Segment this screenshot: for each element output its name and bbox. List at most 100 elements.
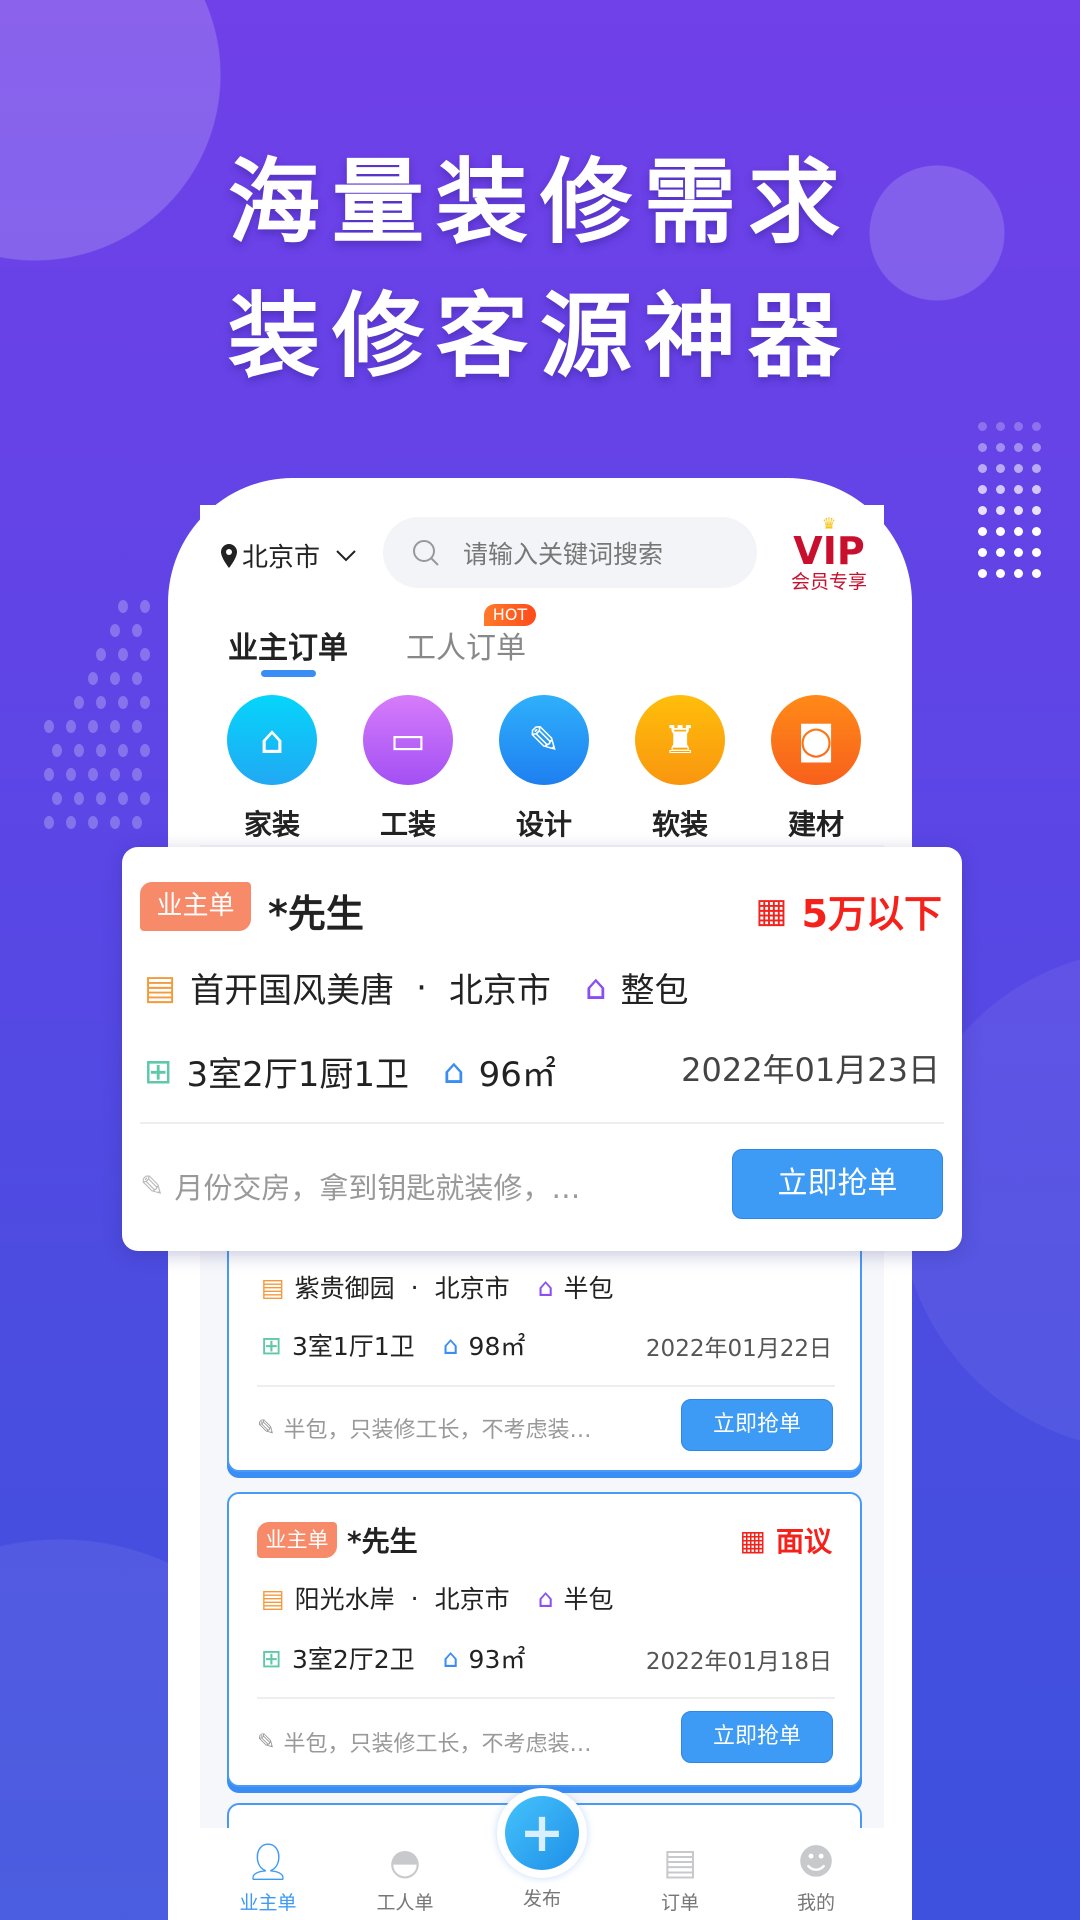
building-icon: ▤	[261, 1583, 285, 1613]
decor-dot	[44, 816, 54, 829]
decor-dot	[1032, 443, 1041, 452]
owner-order-tag: 业主单	[140, 882, 251, 931]
decor-dot	[110, 768, 120, 781]
search-input[interactable]: 请输入关键词搜索	[383, 517, 757, 588]
order-note: ✎ 半包，只装修工长，不考虑装…	[257, 1726, 591, 1758]
vip-subtitle: 会员专享	[790, 571, 867, 593]
budget-value: 面议	[775, 1525, 832, 1558]
decor-dot	[52, 744, 62, 757]
decor-dot	[996, 422, 1005, 431]
area-icon: ⌂	[443, 1051, 465, 1092]
decor-dot	[110, 816, 120, 829]
decor-dot	[110, 624, 120, 637]
nav-label: 业主单	[239, 1892, 297, 1914]
order-city: 北京市	[434, 1274, 510, 1303]
budget: ▦ 5万以下	[755, 883, 942, 938]
search-icon	[413, 539, 439, 566]
decor-dot	[978, 506, 987, 515]
featured-order-card[interactable]: 业主单 *先生 ▦ 5万以下 ▤ 首开国风美唐 · 北京市 ⌂ 整包 ⊞ 3室2…	[122, 847, 962, 1251]
category-soft-decor[interactable]: ♜ 软装	[620, 695, 740, 843]
decor-dot	[978, 443, 987, 452]
decor-dot	[1014, 569, 1023, 578]
decor-dot	[978, 422, 987, 431]
decor-dot	[978, 485, 987, 494]
publish-button[interactable]: +	[497, 1788, 587, 1878]
location-pin-icon	[221, 543, 237, 568]
calculator-icon: ▦	[755, 890, 788, 931]
order-details-row: ⊞ 3室1厅1卫 ⌂ 98㎡	[261, 1327, 525, 1363]
order-details-row: ⊞ 3室2厅2卫 ⌂ 93㎡	[261, 1640, 525, 1676]
headline-line-1: 海量装修需求	[227, 149, 852, 256]
nav-profile[interactable]: ☻ 我的	[756, 1828, 876, 1915]
order-details-row: ⊞ 3室2厅1厨1卫 ⌂ 96㎡	[144, 1047, 556, 1096]
tab-worker-orders[interactable]: 工人订单	[406, 623, 526, 667]
community-name: 首开国风美唐	[190, 971, 395, 1011]
area-icon: ⌂	[442, 1643, 459, 1673]
nav-worker-orders[interactable]: ◓ 工人单	[345, 1828, 465, 1915]
decor-dot	[118, 648, 128, 661]
decor-dot	[74, 792, 84, 805]
grab-order-button[interactable]: 立即抢单	[681, 1399, 833, 1451]
nav-label: 订单	[660, 1892, 699, 1914]
decor-dot	[44, 768, 54, 781]
order-location-row: ▤ 阳光水岸 · 北京市 ⌂ 半包	[261, 1580, 614, 1616]
community-name: 紫贵御园	[294, 1274, 395, 1303]
decor-dot	[74, 744, 84, 757]
order-card[interactable]: 业主单 *先生 ▦ 面议 ▤ 阳光水岸 · 北京市 ⌂ 半包 ⊞ 3室2厅2卫 …	[227, 1492, 862, 1787]
decor-dot	[140, 792, 150, 805]
building-icon: ▤	[144, 967, 177, 1008]
category-label: 家装	[243, 808, 300, 841]
category-home-decor[interactable]: ⌂ 家装	[212, 695, 332, 843]
decor-dot	[996, 443, 1005, 452]
grab-order-button[interactable]: 立即抢单	[681, 1711, 833, 1763]
nav-orders[interactable]: ▤ 订单	[620, 1828, 740, 1915]
decor-dot	[1014, 548, 1023, 557]
budget: ▦ 面议	[740, 1520, 832, 1560]
paint-bucket-icon: ◙	[771, 695, 861, 785]
floorplan-icon: ⊞	[261, 1330, 282, 1360]
decor-dot	[996, 485, 1005, 494]
active-tab-indicator	[261, 670, 316, 677]
room-layout: 3室1厅1卫	[291, 1332, 415, 1361]
profile-icon: ☻	[797, 1841, 835, 1883]
decor-dot	[132, 624, 142, 637]
category-design[interactable]: ✎ 设计	[484, 695, 604, 843]
order-location-row: ▤ 首开国风美唐 · 北京市 ⌂ 整包	[144, 963, 689, 1012]
decor-dot	[132, 816, 142, 829]
decor-dot	[1014, 422, 1023, 431]
decor-dot-pattern	[30, 600, 160, 840]
tab-owner-orders[interactable]: 业主订单	[228, 623, 348, 667]
house-roller-icon: ⌂	[537, 1272, 554, 1302]
decor-dot	[88, 768, 98, 781]
decor-dot	[140, 648, 150, 661]
category-commercial[interactable]: ▭ 工装	[348, 695, 468, 843]
decor-dot	[118, 600, 128, 613]
worker-helmet-icon: ◓	[389, 1841, 421, 1883]
decor-dot	[996, 527, 1005, 536]
city-selector[interactable]: 北京市	[220, 537, 358, 574]
decor-dot	[66, 768, 76, 781]
decor-dot	[44, 720, 54, 733]
grab-order-button[interactable]: 立即抢单	[732, 1149, 943, 1219]
budget-value: 5万以下	[801, 892, 942, 936]
decor-dot	[978, 548, 987, 557]
decor-dot	[74, 696, 84, 709]
note-text: 月份交房，拿到钥匙就装修，…	[174, 1171, 581, 1205]
floor-area: 93㎡	[468, 1645, 526, 1674]
decor-dot	[132, 672, 142, 685]
nav-owner-orders[interactable]: 👤︎ 业主单	[208, 1828, 328, 1915]
package-type: 整包	[620, 971, 689, 1011]
floorplan-icon: ⊞	[261, 1643, 282, 1673]
edit-note-icon: ✎	[140, 1169, 165, 1203]
nav-label: 我的	[796, 1892, 835, 1914]
customer-name: *先生	[268, 892, 364, 936]
owner-icon: 👤︎	[245, 1842, 291, 1883]
divider	[257, 1697, 835, 1699]
category-materials[interactable]: ◙ 建材	[756, 695, 876, 843]
decor-dot	[52, 792, 62, 805]
decor-dot	[978, 569, 987, 578]
decor-dot	[140, 600, 150, 613]
vip-button[interactable]: ♛ VIP 会员专享	[784, 516, 874, 594]
decor-dot	[1014, 485, 1023, 494]
order-date: 2022年01月18日	[645, 1649, 832, 1675]
